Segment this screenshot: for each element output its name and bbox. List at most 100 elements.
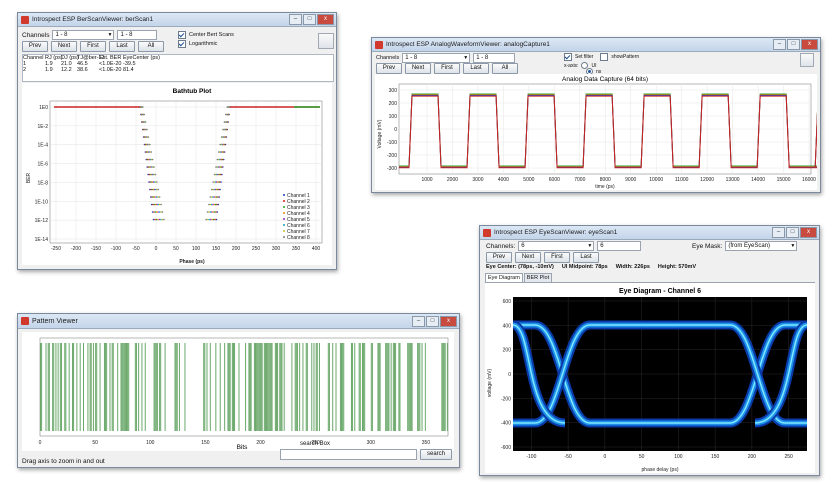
pattern-bit (350, 343, 352, 431)
x-tick-label: 3000 (472, 177, 483, 183)
analog-titlebar[interactable]: Introspect ESP AnalogWaveformViewer: ana… (372, 38, 820, 52)
pattern-plot[interactable]: Bits 0 50 100 150 200 250 300 350 (22, 332, 454, 451)
channel-from-select[interactable]: 6 ▼ (518, 241, 595, 251)
analog-window-title: Introspect ESP AnalogWaveformViewer: ana… (386, 41, 550, 48)
eye-mask-select[interactable]: (from EyeScan) ▼ (725, 241, 798, 251)
minimize-icon[interactable]: – (412, 315, 425, 327)
nav-button-first[interactable]: First (544, 252, 570, 263)
x-tick-label: 150 (212, 246, 221, 252)
table-cell: 38.6 (77, 67, 88, 73)
show-pattern-checkbox[interactable] (600, 53, 609, 61)
pattern-bit (311, 343, 313, 431)
close-icon[interactable]: x (801, 39, 818, 50)
ber-titlebar[interactable]: Introspect ESP BerScanViewer: berScan1 –… (18, 13, 336, 27)
logarithmic-checkbox[interactable] (178, 40, 186, 48)
nav-button-last[interactable]: Last (463, 63, 489, 74)
maximize-icon[interactable]: □ (303, 14, 316, 25)
close-icon[interactable]: x (800, 227, 817, 238)
analog-plot[interactable]: Analog Data Capture (64 bits) Voltage (m… (375, 74, 820, 190)
tool-icon[interactable] (800, 53, 814, 67)
tool-icon[interactable] (318, 33, 334, 49)
pattern-bit (327, 343, 329, 431)
bathtub-point (223, 121, 226, 123)
maximize-icon[interactable]: □ (426, 315, 439, 327)
nav-button-next[interactable]: Next (405, 63, 431, 74)
table-cell: 1.9 (45, 67, 53, 73)
app-icon (375, 40, 383, 49)
pattern-chart[interactable]: Bits 0 50 100 150 200 250 300 350 (22, 332, 454, 451)
nav-button-prev[interactable]: Prev (22, 41, 48, 52)
pattern-bit (446, 343, 448, 431)
bathtub-chart[interactable]: Bathtub Plot BER Phase (ps) 1E0 1E-2 1E-4 1… (22, 83, 332, 265)
x-tick-label: 7000 (574, 177, 585, 183)
nav-button-all[interactable]: All (138, 41, 164, 52)
pattern-bit (267, 343, 269, 431)
app-icon (21, 15, 29, 24)
maximize-icon[interactable]: □ (787, 39, 800, 50)
pattern-bit (96, 343, 98, 431)
nav-button-prev[interactable]: Prev (486, 252, 512, 263)
maximize-icon[interactable]: □ (786, 227, 799, 238)
pattern-bit (441, 343, 443, 431)
nav-button-next[interactable]: Next (515, 252, 541, 263)
channel-to-select[interactable]: 1 - 8 (117, 30, 158, 40)
minimize-icon[interactable]: – (773, 39, 786, 50)
pattern-bit (55, 343, 57, 431)
channel-from-select[interactable]: 1 - 8 ▼ (52, 30, 115, 40)
close-icon[interactable]: x (317, 14, 334, 25)
bathtub-point (149, 143, 151, 146)
pattern-bit (117, 343, 119, 431)
legend-marker (283, 206, 285, 208)
bathtub-plot[interactable]: Bathtub Plot BER Phase (ps) 1E0 1E-2 1E-4 1… (22, 83, 332, 265)
channel-to-select[interactable]: 6 (597, 241, 642, 251)
bathtub-point (151, 211, 154, 213)
minimize-icon[interactable]: – (289, 14, 302, 25)
nav-button-last[interactable]: Last (573, 252, 599, 263)
pattern-bit (219, 343, 221, 431)
tab-ber-plot[interactable]: BER Plot (523, 273, 553, 282)
table-row[interactable]: 2 1.9 12.2 38.6 <1.0E-20 81.4 (23, 67, 333, 73)
nav-button-prev[interactable]: Prev (376, 63, 402, 74)
bathtub-point (154, 211, 157, 213)
eye-chart[interactable]: Eye Diagram - Channel 6 voltage (mV) pha… (485, 283, 815, 473)
eye-xlabel: phase delay (ps) (642, 467, 679, 473)
analog-chart[interactable]: Analog Data Capture (64 bits) Voltage (m… (375, 74, 820, 190)
nav-button-first[interactable]: First (434, 63, 460, 74)
y-tick-label: 1E0 (39, 105, 48, 111)
bathtub-point (155, 218, 158, 221)
nav-button-all[interactable]: All (492, 63, 518, 74)
analog-waveform-window: Introspect ESP AnalogWaveformViewer: ana… (371, 37, 821, 193)
nav-button-next[interactable]: Next (51, 41, 77, 52)
x-tick-label: -50 (132, 246, 139, 252)
bathtub-point (153, 166, 155, 168)
pattern-bit (257, 343, 259, 431)
channel-to-select[interactable]: 1 - 8 (473, 53, 516, 63)
app-icon (483, 228, 491, 237)
y-tick-label: 1E-2 (37, 124, 48, 130)
pattern-titlebar[interactable]: Pattern Viewer – □ x (18, 314, 459, 329)
eye-titlebar[interactable]: Introspect ESP EyeScanViewer: eyeScan1 –… (480, 226, 819, 240)
tab-eye-diagram[interactable]: Eye Diagram (485, 273, 523, 282)
nav-button-first[interactable]: First (80, 41, 106, 52)
pattern-bit (256, 343, 258, 431)
pattern-bit (206, 343, 208, 431)
bathtub-point (160, 218, 162, 221)
center-bert-checkbox[interactable] (178, 31, 186, 39)
minimize-icon[interactable]: – (772, 227, 785, 238)
close-icon[interactable]: x (440, 315, 457, 327)
eye-plot[interactable]: Eye Diagram - Channel 6 voltage (mV) pha… (485, 282, 815, 473)
search-input[interactable] (280, 449, 417, 460)
y-tick-label: 200 (503, 348, 512, 354)
bathtub-point (144, 121, 147, 123)
pattern-bit (174, 343, 176, 431)
nav-button-last[interactable]: Last (109, 41, 135, 52)
pattern-bit (68, 343, 70, 431)
y-tick-label: 1E-8 (37, 180, 48, 186)
pattern-bit (268, 343, 270, 431)
set-filter-checkbox[interactable] (564, 53, 572, 61)
pattern-bit (296, 343, 298, 431)
pattern-bit (315, 343, 317, 431)
ber-xlabel: Phase (ps) (179, 259, 205, 265)
channel-from-select[interactable]: 1 - 8 ▼ (402, 53, 471, 63)
search-button[interactable]: search (420, 449, 452, 460)
